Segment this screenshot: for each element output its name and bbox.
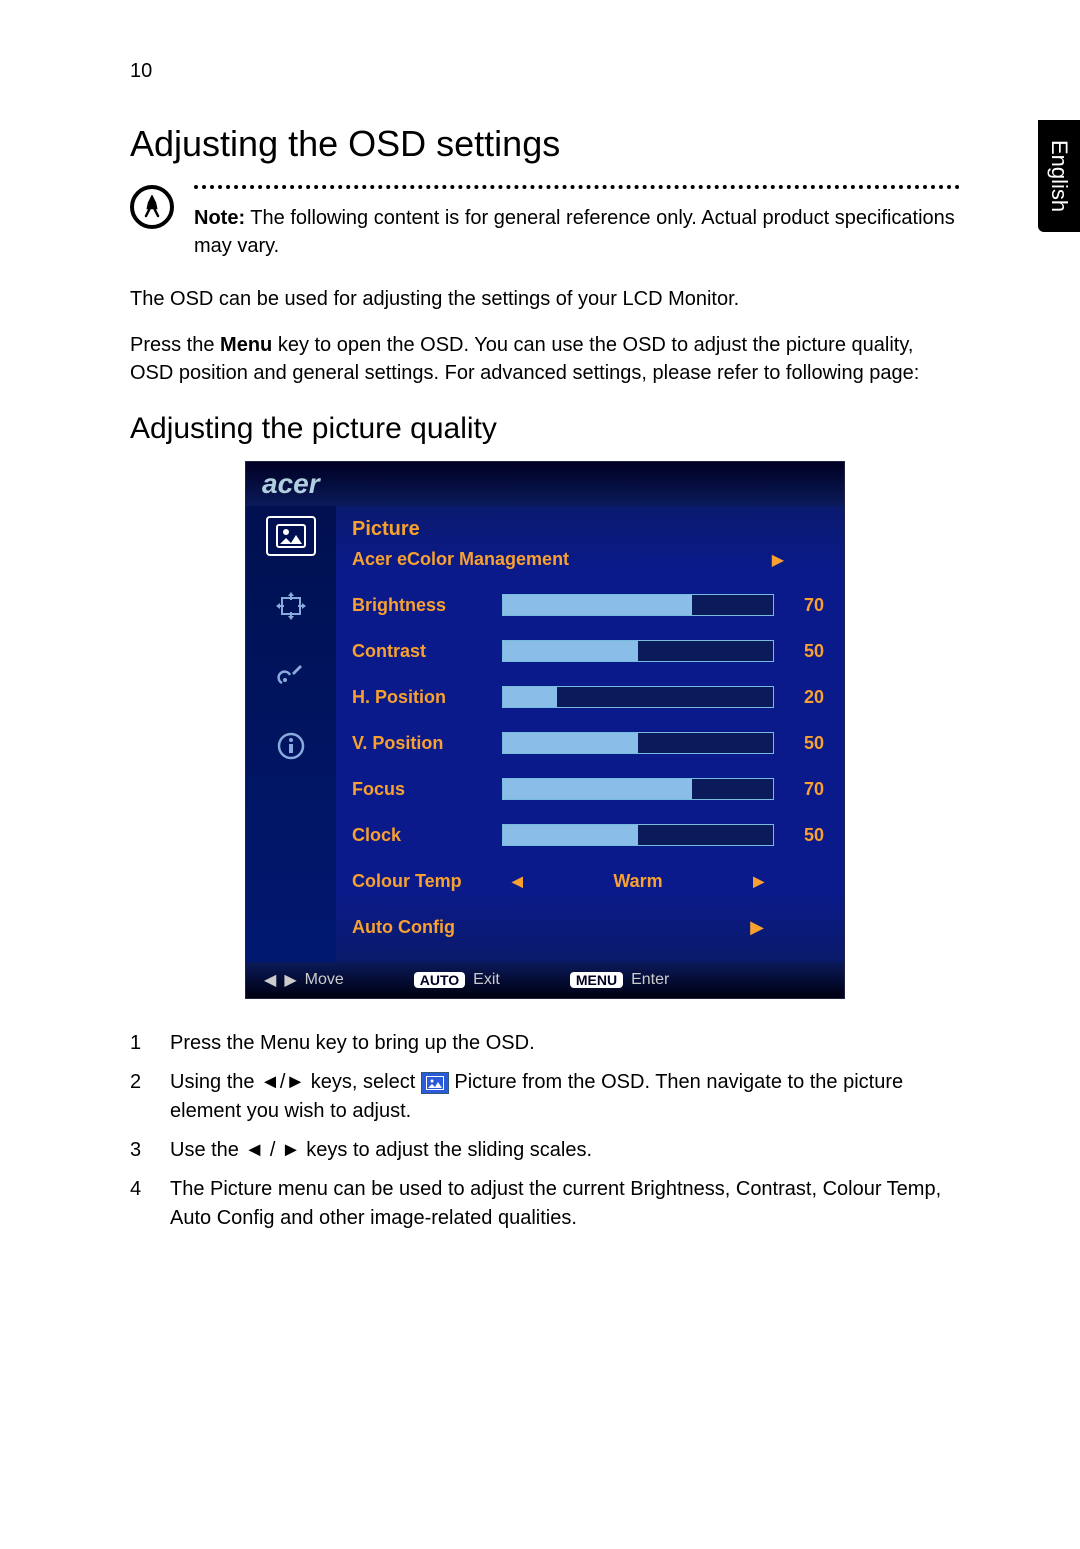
slider[interactable] [502, 640, 774, 662]
slider[interactable] [502, 732, 774, 754]
triangle-right-icon[interactable]: ▶ [753, 873, 764, 890]
osd-row-vposition[interactable]: V. Position 50 [352, 720, 824, 766]
list-item: 4 The Picture menu can be used to adjust… [130, 1175, 960, 1233]
footer-move: ◀▶ Move [264, 970, 344, 990]
osd-sidebar [246, 506, 336, 962]
heading-osd-settings: Adjusting the OSD settings [130, 123, 960, 165]
osd-main: Picture Acer eColor Management ▶ Brightn… [336, 506, 844, 962]
slider[interactable] [502, 824, 774, 846]
footer-exit: AUTO Exit [414, 971, 500, 989]
picture-icon[interactable] [266, 516, 316, 556]
osd-row-brightness[interactable]: Brightness 70 [352, 582, 824, 628]
dotted-divider [194, 185, 960, 189]
footer-enter: MENU Enter [570, 971, 669, 989]
chevron-right-icon: ▶ [750, 917, 764, 937]
osd-ecolor-row[interactable]: Acer eColor Management ▶ [352, 549, 824, 570]
settings-icon[interactable] [266, 656, 316, 696]
triangle-right-icon: ▶ [284, 970, 296, 990]
heading-picture-quality: Adjusting the picture quality [130, 412, 960, 446]
osd-row-auto-config[interactable]: Auto Config ▶ [352, 904, 824, 950]
chevron-right-icon: ▶ [772, 550, 784, 570]
acer-logo: acer [262, 468, 320, 499]
note-block: Note: The following content is for gener… [130, 185, 960, 260]
osd-menu-title: Picture [352, 518, 824, 541]
osd-header: acer [246, 462, 844, 506]
osd-footer: ◀▶ Move AUTO Exit MENU Enter [246, 962, 844, 998]
triangle-left-icon: ◀ [264, 970, 276, 990]
page: 10 Adjusting the OSD settings Note: The … [0, 0, 1080, 1303]
osd-row-hposition[interactable]: H. Position 20 [352, 674, 824, 720]
language-tab: English [1038, 120, 1080, 232]
list-item: 2 Using the ◄/► keys, select Picture fro… [130, 1068, 960, 1126]
osd-row-contrast[interactable]: Contrast 50 [352, 628, 824, 674]
list-item: 1 Press the Menu key to bring up the OSD… [130, 1029, 960, 1058]
info-icon[interactable] [266, 726, 316, 766]
slider[interactable] [502, 778, 774, 800]
para-menu-key: Press the Menu key to open the OSD. You … [130, 331, 960, 387]
osd-row-colour-temp[interactable]: Colour Temp ◀ Warm ▶ [352, 858, 824, 904]
osd-row-clock[interactable]: Clock 50 [352, 812, 824, 858]
list-item: 3 Use the ◄ / ► keys to adjust the slidi… [130, 1136, 960, 1165]
osd-screenshot: acer Picture Acer eColor M [245, 461, 845, 999]
osd-row-focus[interactable]: Focus 70 [352, 766, 824, 812]
position-icon[interactable] [266, 586, 316, 626]
picture-icon [421, 1072, 449, 1094]
instruction-list: 1 Press the Menu key to bring up the OSD… [130, 1029, 960, 1233]
slider[interactable] [502, 594, 774, 616]
slider[interactable] [502, 686, 774, 708]
triangle-left-icon[interactable]: ◀ [512, 873, 523, 890]
page-number: 10 [130, 60, 960, 83]
para-osd-intro: The OSD can be used for adjusting the se… [130, 285, 960, 313]
note-pin-icon [130, 185, 174, 229]
note-text: Note: The following content is for gener… [194, 204, 960, 260]
